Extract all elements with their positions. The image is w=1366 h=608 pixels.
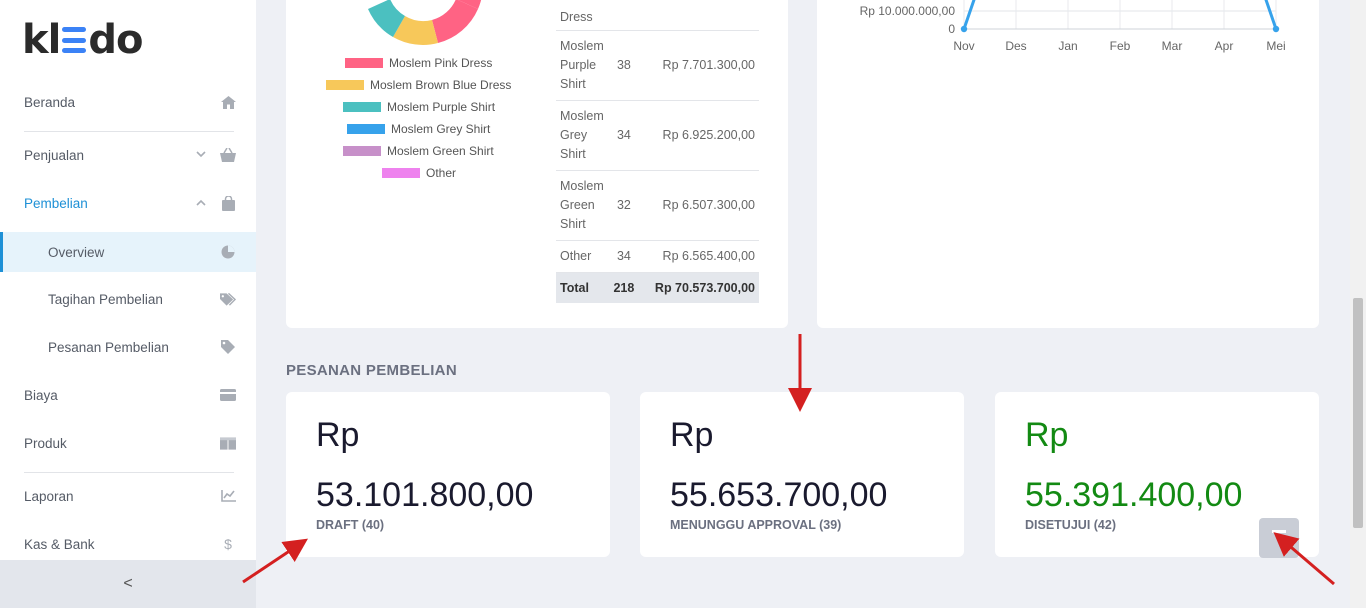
product-table: Dress Moslem Purple Shirt 38 Rp 7.701.30… [556,0,759,303]
sidebar-item-tagihan-pembelian[interactable]: Tagihan Pembelian [0,279,256,319]
sidebar-item-laporan[interactable]: Laporan [0,476,256,516]
basket-icon [220,147,236,163]
legend-swatch [347,124,385,134]
pie-chart-icon [220,244,236,260]
dollar-icon: $ [224,536,232,552]
kpi-value: 55.391.400,00 [1025,476,1243,514]
sidebar-item-beranda[interactable]: Beranda [0,82,256,122]
legend-item: Moslem Grey Shirt [347,122,490,136]
legend-swatch [326,80,364,90]
bag-icon [220,195,236,211]
donut-chart [368,0,482,45]
kpi-value: 53.101.800,00 [316,476,534,514]
legend-item: Other [382,166,456,180]
line-chart-icon [220,488,236,504]
table-row: Moslem Green Shirt 32 Rp 6.507.300,00 [556,169,759,240]
x-tick-label: Nov [953,39,974,53]
table-total-row: Total 218 Rp 70.573.700,00 [556,271,759,303]
y-tick-label: Rp 10.000.000,00 [860,4,956,18]
kpi-card-disetujui[interactable]: Rp 55.391.400,00 DISETUJUI (42) [995,392,1319,558]
table-row: Moslem Purple Shirt 38 Rp 7.701.300,00 [556,29,759,100]
kpi-card-menunggu-approval[interactable]: Rp 55.653.700,00 MENUNGGU APPROVAL (39) [640,392,964,557]
sidebar-item-pembelian[interactable]: Pembelian [0,183,256,223]
legend-swatch [343,102,381,112]
kpi-label: DRAFT (40) [316,518,385,532]
table-row: Other 34 Rp 6.565.400,00 [556,239,759,272]
x-tick-label: Feb [1110,39,1131,53]
scroll-up-icon [1272,529,1286,533]
sidebar-item-overview[interactable]: Overview [0,232,256,272]
kledo-logo[interactable]: kl do [22,17,143,63]
section-title: PESANAN PEMBELIAN [286,362,457,379]
boxes-icon [220,435,236,451]
legend-swatch [343,146,381,156]
donut-slice-pink-2 [432,0,478,43]
kpi-currency: Rp [670,416,714,454]
credit-card-icon [220,387,236,403]
legend-item: Moslem Green Shirt [343,144,494,158]
scrollbar-thumb[interactable] [1353,298,1363,528]
x-tick-label: Apr [1215,39,1234,53]
legend-swatch [345,58,383,68]
x-tick-label: Des [1005,39,1026,53]
x-tick-label: Mar [1162,39,1183,53]
chevron-left-icon: < [123,575,133,592]
sidebar-divider [24,131,234,132]
product-breakdown-card: Moslem Pink Dress Moslem Brown Blue Dres… [286,0,788,328]
kpi-label: MENUNGGU APPROVAL (39) [670,518,842,532]
x-tick-label: Mei [1266,39,1285,53]
legend-item: Moslem Purple Shirt [343,100,495,114]
table-row: Dress [560,9,593,24]
kpi-currency: Rp [1025,416,1069,454]
kpi-card-draft[interactable]: Rp 53.101.800,00 DRAFT (40) [286,392,610,557]
table-row: Moslem Grey Shirt 34 Rp 6.925.200,00 [556,99,759,170]
kpi-currency: Rp [316,416,360,454]
sidebar: kl do Beranda Penjualan Pembelian Overvie… [0,0,256,608]
sidebar-item-biaya[interactable]: Biaya [0,375,256,415]
kpi-value: 55.653.700,00 [670,476,888,514]
scroll-to-top-button[interactable] [1259,518,1299,558]
sidebar-item-produk[interactable]: Produk [0,423,256,463]
x-tick-label: Jan [1058,39,1077,53]
sidebar-collapse-button[interactable]: < [0,560,256,608]
main-content: Moslem Pink Dress Moslem Brown Blue Dres… [256,0,1366,608]
chevron-down-icon [196,149,206,161]
purchase-trend-chart: Rp 10.000.000,00 0 Nov Des Jan Feb Mar Apr Mei [860,0,1286,53]
logo-e-mark [62,27,87,53]
legend-item: Moslem Pink Dress [345,56,492,70]
y-tick-label: 0 [948,22,955,36]
legend-swatch [382,168,420,178]
sidebar-divider [24,472,234,473]
chevron-up-icon [196,197,206,209]
tag-icon [220,339,236,355]
sidebar-item-kas-bank[interactable]: Kas & Bank $ [0,524,256,564]
kpi-label: DISETUJUI (42) [1025,518,1116,532]
sidebar-item-pesanan-pembelian[interactable]: Pesanan Pembelian [0,327,256,367]
page-scrollbar[interactable] [1350,0,1366,608]
home-icon [220,94,236,110]
tags-icon [220,291,236,307]
data-point[interactable] [1272,25,1280,33]
legend-item: Moslem Brown Blue Dress [326,78,511,92]
sidebar-item-penjualan[interactable]: Penjualan [0,135,256,175]
data-point[interactable] [960,25,968,33]
